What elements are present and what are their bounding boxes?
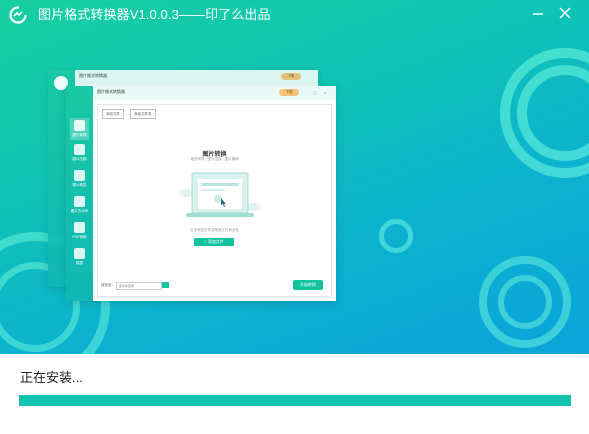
illustration-sidebar: 图片转换 图片压缩 图片修复 图片去水印 PDF转换 抠图 bbox=[66, 86, 93, 301]
illustration-badge: 下载 bbox=[281, 73, 301, 80]
install-progress-bar bbox=[19, 395, 571, 406]
illustration-badge: 下载 bbox=[279, 89, 299, 96]
app-logo-icon bbox=[9, 6, 27, 24]
illustration-add-button: + 添加文件 bbox=[194, 238, 234, 246]
illustration-app-title: 图片格式转换器 bbox=[79, 73, 107, 78]
illustration-nav-item: PDF转换 bbox=[70, 222, 89, 240]
illustration-hint: 点击添加文件或拖拽文件到此处 bbox=[190, 228, 239, 232]
installer-banner: 图片格式转换器V1.0.0.3——印了么出品 图片格式转换器 下载 图片转换 图… bbox=[0, 0, 589, 354]
illustration-nav-item: 图片修复 bbox=[70, 170, 89, 188]
illustration-titlebar: 图片格式转换器 下载 bbox=[75, 70, 318, 84]
illustration-start-button: 开始转换 bbox=[293, 280, 323, 290]
illustration-titlebar: 图片格式转换器 下载 - ◻ × bbox=[93, 86, 336, 100]
illustration-app-title: 图片格式转换器 bbox=[97, 89, 125, 94]
illustration-nav-item: 抠图 bbox=[70, 248, 89, 266]
illustration-browse-button bbox=[162, 282, 169, 288]
illustration-tab: 添加文件夹 bbox=[130, 109, 156, 119]
title-bar: 图片格式转换器V1.0.0.3——印了么出品 bbox=[0, 0, 589, 30]
minimize-icon bbox=[533, 13, 543, 15]
install-progress-fill bbox=[19, 395, 571, 406]
illustration-subheading: 格式转换 · 图片压缩 · 图片编辑 bbox=[190, 157, 239, 161]
illustration-save-path: 原文件目录 bbox=[116, 282, 162, 290]
illustration-save-label: 保存至： bbox=[101, 283, 115, 287]
illustration-content: 添加文件 添加文件夹 图片转换 格式转换 · 图片压缩 · 图片编辑 点击添加文… bbox=[97, 104, 332, 297]
illustration-laptop-graphic bbox=[179, 172, 261, 217]
decor-ring bbox=[379, 219, 413, 253]
illustration-nav-item: 图片去水印 bbox=[70, 196, 89, 214]
install-status-text: 正在安装... bbox=[20, 370, 83, 385]
close-icon bbox=[559, 7, 571, 19]
close-button[interactable] bbox=[554, 3, 576, 23]
illustration-nav-item: 图片转换 bbox=[70, 118, 89, 140]
window-title: 图片格式转换器V1.0.0.3——印了么出品 bbox=[38, 7, 271, 22]
illustration-nav-item: 图片压缩 bbox=[70, 144, 89, 162]
decor-ring bbox=[498, 275, 552, 329]
illustration-window-front: 图片转换 图片压缩 图片修复 图片去水印 PDF转换 抠图 图片格式转换器 下载… bbox=[66, 86, 336, 301]
illustration-window-controls: - ◻ × bbox=[305, 90, 330, 95]
illustration-tab: 添加文件 bbox=[102, 109, 124, 119]
minimize-button[interactable] bbox=[527, 3, 549, 23]
